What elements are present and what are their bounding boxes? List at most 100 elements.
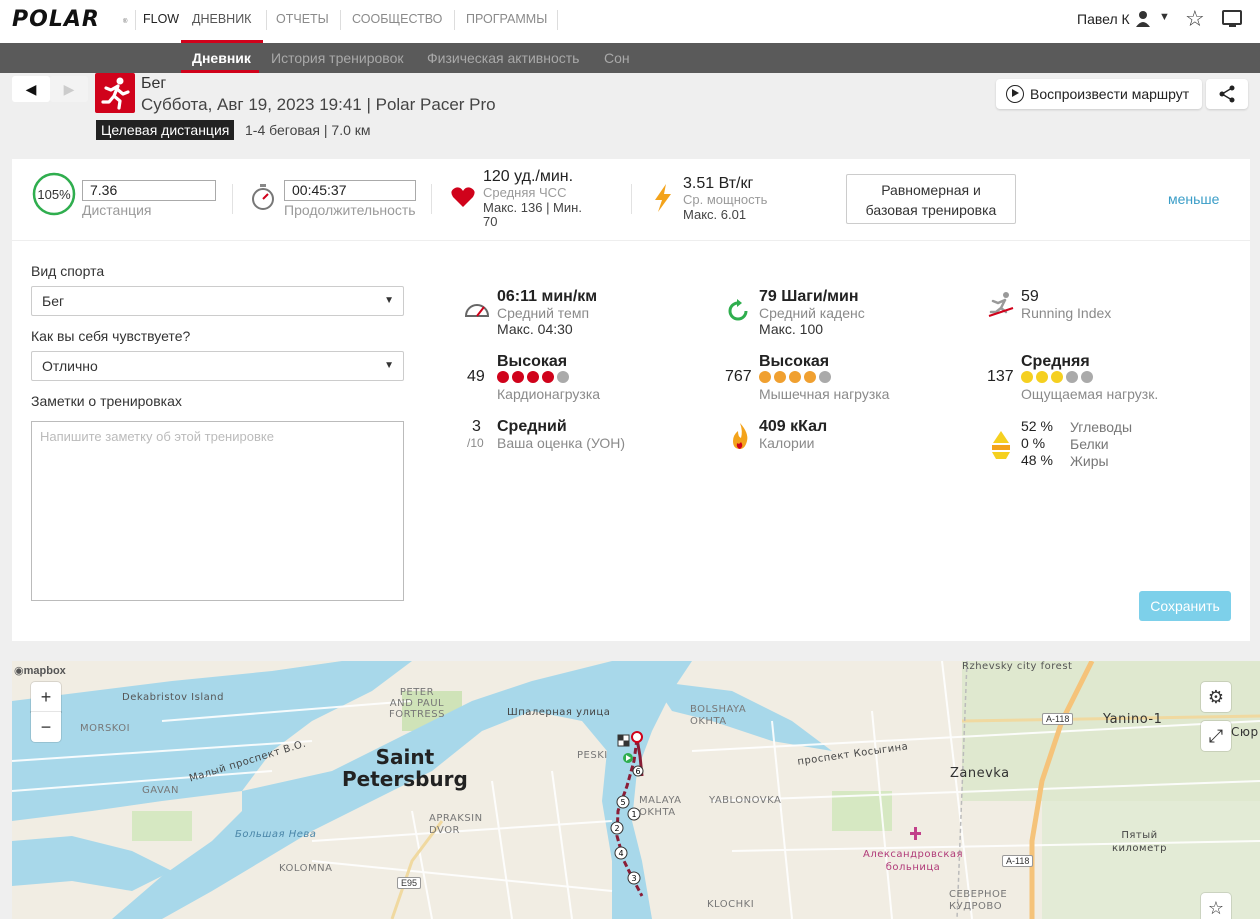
map-label: Шпалерная улица	[507, 707, 611, 718]
user-name[interactable]: Павел К	[1077, 11, 1130, 27]
hr-max-min: Макс. 136 | Мин.	[483, 200, 582, 215]
route-marker-1: 1	[631, 810, 636, 819]
save-button[interactable]: Сохранить	[1139, 591, 1231, 621]
tab-activity[interactable]: Физическая активность	[427, 50, 579, 66]
load-dot	[759, 371, 771, 383]
road-badge: A-118	[1002, 855, 1034, 867]
training-benefit-line-1: Равномерная и	[881, 182, 981, 198]
map-label: APRAKSIN DVOR	[429, 813, 483, 836]
map-label: YABLONOVKA	[709, 795, 782, 806]
carbs-percent: 52 %	[1021, 418, 1053, 434]
rpe-scale: /10	[467, 436, 484, 450]
feeling-select[interactable]: Отлично ▼	[31, 351, 404, 381]
tab-diary[interactable]: Дневник	[192, 50, 251, 66]
nav-reports[interactable]: ОТЧЕТЫ	[276, 12, 329, 32]
calories-label: Калории	[759, 435, 815, 451]
show-less-link[interactable]: меньше	[1168, 191, 1219, 207]
arrow-left-icon: ◀	[25, 81, 37, 97]
polar-logo[interactable]: POLAR	[12, 7, 100, 32]
load-dot	[774, 371, 786, 383]
route-marker-3: 3	[631, 874, 636, 883]
muscle-load-label: Мышечная нагрузка	[759, 386, 890, 402]
avg-hr-value: 120 уд./мин.	[483, 168, 574, 185]
load-dot	[1081, 371, 1093, 383]
load-dot	[1066, 371, 1078, 383]
max-pace-value: Макс. 04:30	[497, 321, 573, 337]
map-label: Yanino-1	[1103, 712, 1163, 727]
hospital-icon	[910, 827, 921, 840]
protein-label: Белки	[1070, 436, 1109, 452]
map-label: PESKI	[577, 750, 608, 761]
perceived-load-label: Ощущаемая нагрузк.	[1021, 386, 1159, 402]
screen-icon[interactable]	[1222, 10, 1242, 27]
sport-type-select[interactable]: Бег ▼	[31, 286, 404, 316]
map-label: BOLSHAYA OKHTA	[690, 704, 747, 727]
divider	[631, 184, 632, 214]
share-icon	[1219, 85, 1235, 103]
tab-sleep[interactable]: Сон	[604, 50, 630, 66]
tab-training-history[interactable]: История тренировок	[271, 50, 403, 66]
fat-percent: 48 %	[1021, 452, 1053, 468]
avg-pace-label: Средний темп	[497, 305, 590, 321]
load-dot	[512, 371, 524, 383]
notes-textarea[interactable]: Напишите заметку об этой тренировке	[31, 421, 404, 601]
target-detail: 1-4 беговая | 7.0 км	[245, 122, 371, 138]
load-dot	[789, 371, 801, 383]
tab-active-indicator	[181, 70, 259, 73]
map-star-icon[interactable]: ☆	[1201, 893, 1231, 919]
map-label: СЕВЕРНОЕ КУДРОВО	[949, 889, 1008, 912]
feeling-value: Отлично	[42, 358, 98, 374]
load-dot	[819, 371, 831, 383]
load-dot	[542, 371, 554, 383]
stopwatch-icon	[252, 184, 274, 210]
previous-session-button[interactable]: ◀	[12, 76, 50, 102]
sub-navigation: Дневник История тренировок Физическая ак…	[0, 43, 1260, 73]
logo-text: POLAR	[12, 7, 100, 32]
duration-input[interactable]: 00:45:37	[284, 180, 416, 201]
route-marker-2: 2	[614, 824, 619, 833]
cardio-load-number: 49	[467, 368, 485, 385]
top-navigation: POLAR ® FLOW ДНЕВНИК ОТЧЕТЫ СООБЩЕСТВО П…	[0, 0, 1260, 43]
cardio-load-label: Кардионагрузка	[497, 386, 601, 402]
replay-route-button[interactable]: Воспроизвести маршрут	[996, 79, 1202, 109]
nav-flow[interactable]: FLOW	[143, 12, 179, 32]
road-badge: A-118	[1042, 713, 1074, 725]
nav-community[interactable]: СООБЩЕСТВО	[352, 12, 442, 32]
replay-route-label: Воспроизвести маршрут	[1030, 86, 1190, 102]
user-menu-chevron-down-icon[interactable]: ▼	[1159, 11, 1170, 23]
map-label: Dekabristov Island	[122, 692, 224, 703]
mapbox-logo: ◉mapbox	[14, 665, 66, 677]
map-label: Александровская больница	[863, 849, 964, 873]
nav-separator	[557, 10, 558, 30]
fullscreen-expand-icon[interactable]: ⤢	[1201, 721, 1231, 751]
nav-programs[interactable]: ПРОГРАММЫ	[466, 12, 547, 32]
route-map[interactable]: 1 2 3 4 5 6 ◉mapbox + − ⚙ ⤢ ☆ Dekabristo…	[12, 661, 1260, 919]
notes-placeholder: Напишите заметку об этой тренировке	[40, 429, 274, 444]
perceived-load-level: Средняя	[1021, 353, 1090, 370]
carbs-label: Углеводы	[1070, 419, 1133, 435]
zoom-out-button[interactable]: −	[31, 712, 61, 742]
next-session-button[interactable]: ▶	[50, 76, 88, 102]
sport-title: Бег	[141, 75, 167, 92]
share-button[interactable]	[1206, 79, 1248, 109]
speedometer-icon	[464, 304, 490, 317]
flame-icon	[733, 423, 748, 449]
distance-input[interactable]: 7.36	[82, 180, 216, 201]
training-benefit-button[interactable]: Равномерная и базовая тренировка	[846, 174, 1016, 224]
user-icon[interactable]	[1134, 9, 1152, 29]
notes-label: Заметки о тренировках	[31, 393, 182, 409]
avg-power-label: Ср. мощность	[683, 192, 768, 207]
load-dot	[497, 371, 509, 383]
max-power-value: Макс. 6.01	[683, 207, 747, 222]
map-label: Rzhevsky city forest	[962, 661, 1073, 672]
load-dot	[1036, 371, 1048, 383]
map-label: Пятый километр	[1112, 830, 1167, 854]
route-marker-6: 6	[635, 767, 640, 776]
map-settings-gear-icon[interactable]: ⚙	[1201, 682, 1231, 712]
nav-diary[interactable]: ДНЕВНИК	[192, 12, 251, 32]
session-datetime-device: Суббота, Авг 19, 2023 19:41 | Polar Pace…	[141, 95, 496, 114]
training-benefit-line-2: базовая тренировка	[865, 202, 997, 218]
favorites-star-icon[interactable]: ☆	[1185, 6, 1205, 32]
zoom-in-button[interactable]: +	[31, 682, 61, 712]
heart-icon	[451, 187, 475, 207]
